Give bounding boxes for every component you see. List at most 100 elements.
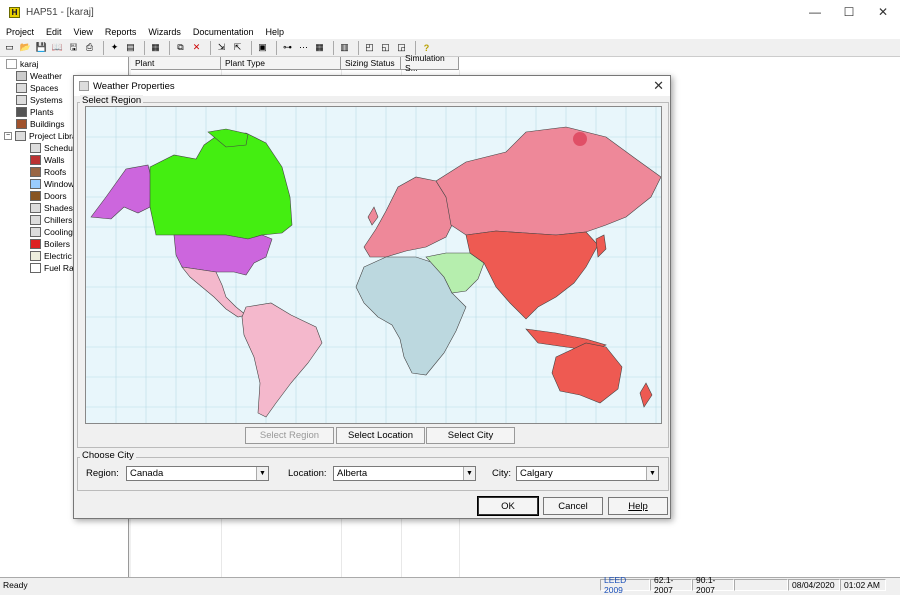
library-item-shades[interactable]: Shades [30,202,73,214]
library-item-cooling[interactable]: Cooling [30,226,73,238]
col-sizing-status[interactable]: Sizing Status [341,57,401,70]
help-button[interactable]: Help [608,497,668,515]
menu-wizards[interactable]: Wizards [142,27,187,37]
menu-edit[interactable]: Edit [40,27,68,37]
menu-project[interactable]: Project [0,27,40,37]
minimize-button[interactable]: — [798,0,832,24]
tree-item-label: Weather [30,71,62,81]
tree-item-project-library[interactable]: − Project Libra [4,130,77,142]
library-item-fuel-rates[interactable]: Fuel Ra [30,262,74,274]
save-icon[interactable]: 💾 [35,41,48,54]
library-item-label: Walls [44,155,65,165]
menu-help[interactable]: Help [259,27,290,37]
location-select[interactable]: Alberta ▼ [333,466,476,481]
weather-properties-dialog: Weather Properties ✕ Select Region Selec… [73,75,671,519]
import-icon[interactable]: ⇲ [215,41,228,54]
report-icon[interactable]: ▤ [124,41,137,54]
export-icon[interactable]: ⇱ [231,41,244,54]
library-item-walls[interactable]: Walls [30,154,64,166]
menu-bar: Project Edit View Reports Wizards Docume… [0,24,900,39]
library-item-roofs[interactable]: Roofs [30,166,66,178]
cancel-button[interactable]: Cancel [543,497,603,515]
world-map-svg[interactable] [86,107,662,424]
menu-reports[interactable]: Reports [99,27,143,37]
tree-root-label: karaj [20,59,39,69]
maximize-button[interactable]: ☐ [832,0,866,24]
tree-icon[interactable]: ⊶ [281,41,294,54]
chevron-down-icon[interactable]: ▼ [646,467,658,480]
project-icon [6,59,17,69]
region-uk[interactable] [367,206,379,226]
print-icon[interactable]: ⎙ [83,41,96,54]
tree-item-buildings[interactable]: Buildings [16,118,65,130]
calc-icon[interactable]: ▣ [256,41,269,54]
col-plant[interactable]: Plant [131,57,221,70]
region-japan[interactable] [595,234,607,258]
door-icon [30,191,41,201]
library-item-label: Schedu [44,143,73,153]
tree-root[interactable]: karaj [6,58,38,70]
tree-item-plants[interactable]: Plants [16,106,54,118]
library-item-boilers[interactable]: Boilers [30,238,70,250]
status-bar: Ready LEED 2009 62.1-2007 90.1-2007 08/0… [0,575,900,595]
ashrae-62-indicator: 62.1-2007 [650,575,692,595]
ok-button[interactable]: OK [477,496,539,516]
link-icon[interactable]: ⋯ [297,41,310,54]
delete-icon[interactable]: ✕ [190,41,203,54]
region-alaska[interactable] [90,164,152,220]
close-window-button[interactable]: ✕ [866,0,900,24]
chevron-down-icon[interactable]: ▼ [256,467,268,480]
window-title: HAP51 - [karaj] [26,6,94,18]
tree-item-spaces[interactable]: Spaces [16,82,58,94]
region-russia[interactable] [435,126,661,236]
tree-item-systems[interactable]: Systems [16,94,63,106]
schedule-icon [30,143,41,153]
library-item-doors[interactable]: Doors [30,190,67,202]
col-plant-type[interactable]: Plant Type [221,57,341,70]
new-icon[interactable]: ▭ [3,41,16,54]
location-label: Location: [288,468,327,479]
roof-icon [30,167,41,177]
dialog-title-bar: Weather Properties ✕ [74,76,670,96]
region-australia[interactable] [551,342,623,404]
city-select[interactable]: Calgary ▼ [516,466,659,481]
tree-item-label: Project Libra [29,131,77,141]
chart2-icon[interactable]: ◱ [379,41,392,54]
dialog-close-button[interactable]: ✕ [653,78,664,94]
region-central-america[interactable] [181,266,247,318]
select-region-tab[interactable]: Select Region [245,427,334,444]
grid-icon[interactable]: ▦ [313,41,326,54]
leed-indicator: LEED 2009 [600,575,650,595]
chevron-down-icon[interactable]: ▼ [463,467,475,480]
book-icon[interactable]: 📖 [51,41,64,54]
col-simulation-status[interactable]: Simulation S... [401,53,459,73]
region-new-zealand[interactable] [639,382,653,408]
wizard-icon[interactable]: ✦ [108,41,121,54]
library-item-schedules[interactable]: Schedu [30,142,73,154]
tree-item-weather[interactable]: Weather [16,70,62,82]
menu-documentation[interactable]: Documentation [187,27,260,37]
toolbar-separator [333,40,334,55]
cursor-highlight [573,132,587,146]
save-as-icon[interactable]: 🖫 [67,41,80,54]
copy-icon[interactable]: ⧉ [174,41,187,54]
electric-icon [30,251,41,261]
menu-view[interactable]: View [68,27,99,37]
city-label: City: [492,468,511,479]
library-icon[interactable]: ▦ [149,41,162,54]
library-icon [15,131,26,141]
select-location-tab[interactable]: Select Location [336,427,425,444]
select-city-tab[interactable]: Select City [426,427,515,444]
open-icon[interactable]: 📂 [19,41,32,54]
region-canada[interactable] [149,132,293,240]
region-asia[interactable] [465,230,599,320]
library-item-windows[interactable]: Window [30,178,74,190]
world-map[interactable] [85,106,662,424]
region-select[interactable]: Canada ▼ [126,466,269,481]
collapse-icon[interactable]: − [4,132,12,140]
table-icon[interactable]: ▥ [338,41,351,54]
chart1-icon[interactable]: ◰ [363,41,376,54]
region-south-america[interactable] [241,302,323,418]
library-item-electric[interactable]: Electric [30,250,72,262]
library-item-chillers[interactable]: Chillers [30,214,72,226]
